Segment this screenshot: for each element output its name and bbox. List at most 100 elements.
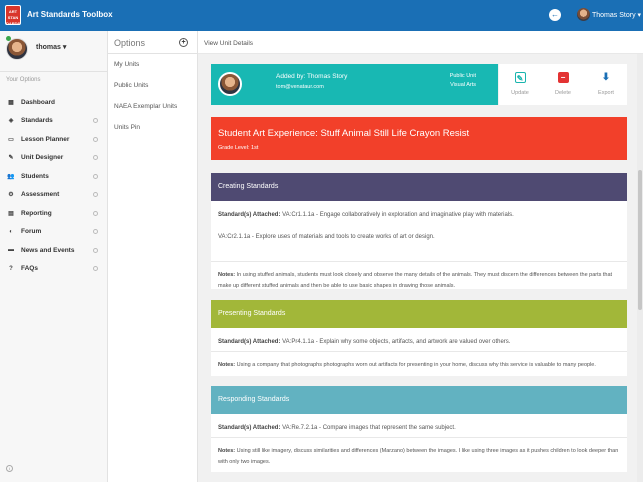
options-panel: Options + My Units Public Units NAEA Exe…: [108, 31, 198, 482]
standard-line: Standard(s) Attached: VA:Pr4.1.1a - Expl…: [218, 336, 620, 348]
section-notes: Notes: In using stuffed animals, student…: [211, 261, 627, 300]
standard-text: VA:Cr1.1.1a - Engage collaboratively in …: [280, 212, 514, 218]
top-bar: ART STAN DARDS Art Standards Toolbox ← T…: [0, 0, 643, 31]
delete-button[interactable]: − Delete: [542, 64, 584, 105]
author-avatar: [218, 72, 242, 96]
notes-label: Notes:: [218, 362, 236, 368]
attached-label: Standard(s) Attached:: [218, 212, 281, 218]
section-header: Presenting Standards: [211, 300, 627, 328]
added-by: Added by: Thomas Story: [276, 73, 348, 80]
option-public-units[interactable]: Public Units: [108, 75, 197, 96]
section-body: Standard(s) Attached: VA:Cr1.1.1a - Enga…: [211, 201, 627, 261]
export-label: Export: [598, 90, 614, 96]
creating-standards-section: Creating Standards Standard(s) Attached:…: [211, 173, 627, 289]
expand-icon[interactable]: [93, 192, 98, 198]
sidebar-item-reporting[interactable]: ▤ Reporting: [0, 204, 107, 223]
subject-badge: Visual Arts: [450, 82, 476, 88]
sidebar-item-standards[interactable]: ◈ Standards: [0, 112, 107, 131]
standard-text: VA:Re.7.2.1a - Compare images that repre…: [280, 425, 456, 431]
dashboard-icon: ▦: [8, 99, 14, 106]
back-icon[interactable]: ←: [549, 9, 561, 21]
sidebar-item-forum[interactable]: ◐ Forum: [0, 223, 107, 242]
attached-label: Standard(s) Attached:: [218, 425, 281, 431]
sidebar-item-label: Reporting: [21, 209, 52, 217]
sidebar-item-assessment[interactable]: ⚙ Assessment: [0, 186, 107, 205]
section-notes: Notes: Using still like imagery, discuss…: [211, 437, 627, 476]
section-header: Creating Standards: [211, 173, 627, 201]
unit-title: Student Art Experience: Stuff Animal Sti…: [218, 128, 470, 139]
expand-icon[interactable]: [93, 155, 98, 161]
expand-icon[interactable]: [93, 136, 98, 142]
options-header: Options +: [108, 31, 197, 54]
standard-line: Standard(s) Attached: VA:Cr1.1.1a - Enga…: [218, 209, 620, 221]
lesson-planner-icon: ▭: [8, 136, 14, 143]
sidebar-item-label: Assessment: [21, 191, 60, 199]
section-notes: Notes: Using a company that photographs …: [211, 351, 627, 379]
sidebar-item-label: Forum: [21, 228, 42, 236]
expand-icon[interactable]: [93, 229, 98, 235]
expand-icon[interactable]: [93, 210, 98, 216]
info-icon[interactable]: i: [6, 465, 13, 472]
divider: [0, 71, 107, 72]
sidebar-item-news-and-events[interactable]: ▬ News and Events: [0, 241, 107, 260]
assessment-icon: ⚙: [8, 192, 14, 199]
sidebar-item-label: Lesson Planner: [21, 135, 70, 143]
pencil-icon: ✎: [514, 72, 526, 83]
sidebar-item-label: FAQs: [21, 265, 38, 273]
option-my-units[interactable]: My Units: [108, 54, 197, 75]
sidebar: thomas ▾ Your Options ▦ Dashboard ◈ Stan…: [0, 31, 108, 482]
sidebar-item-unit-designer[interactable]: ✎ Unit Designer: [0, 149, 107, 168]
scrollbar-thumb[interactable]: [638, 170, 642, 310]
attached-label: Standard(s) Attached:: [218, 339, 281, 345]
option-naea-exemplar-units[interactable]: NAEA Exemplar Units: [108, 96, 197, 117]
edit-icon: ✎: [8, 155, 14, 162]
sidebar-user-menu[interactable]: thomas ▾: [36, 43, 66, 51]
standard-text: VA:Cr2.1.1a - Explore uses of materials …: [218, 234, 435, 240]
update-label: Update: [511, 90, 529, 96]
export-button[interactable]: ⬇ Export: [585, 64, 627, 105]
sidebar-item-students[interactable]: 👥 Students: [0, 167, 107, 186]
sidebar-item-lesson-planner[interactable]: ▭ Lesson Planner: [0, 130, 107, 149]
update-button[interactable]: ✎ Update: [499, 64, 541, 105]
notes-label: Notes:: [218, 272, 236, 278]
notes-text: Using a company that photographs photogr…: [235, 362, 596, 368]
sidebar-item-label: Unit Designer: [21, 154, 64, 162]
grade-level: Grade Level: 1st: [218, 145, 259, 151]
sidebar-heading: Your Options: [6, 77, 41, 83]
expand-icon[interactable]: [93, 173, 98, 179]
unit-title-card: Student Art Experience: Stuff Animal Sti…: [211, 117, 627, 160]
add-icon[interactable]: +: [179, 38, 188, 47]
sidebar-item-label: Students: [21, 172, 49, 180]
presenting-standards-section: Presenting Standards Standard(s) Attache…: [211, 300, 627, 376]
notes-text: Using still like imagery, discuss simila…: [218, 448, 619, 465]
page-title: View Unit Details: [204, 40, 254, 47]
app-logo[interactable]: ART STAN DARDS: [5, 5, 21, 26]
expand-icon[interactable]: [93, 118, 98, 124]
notes-text: In using stuffed animals, students must …: [218, 272, 613, 289]
standard-line: Standard(s) Attached: VA:Re.7.2.1a - Com…: [218, 422, 620, 434]
responding-standards-section: Responding Standards Standard(s) Attache…: [211, 386, 627, 472]
sidebar-item-dashboard[interactable]: ▦ Dashboard: [0, 93, 107, 112]
expand-icon[interactable]: [93, 247, 98, 253]
delete-icon: −: [557, 72, 569, 83]
option-units-pin[interactable]: Units Pin: [108, 117, 197, 138]
standard-text: VA:Pr4.1.1a - Explain why some objects, …: [280, 339, 511, 345]
sidebar-item-label: Standards: [21, 117, 53, 125]
notes-label: Notes:: [218, 448, 236, 454]
user-menu[interactable]: Thomas Story ▾: [592, 11, 641, 19]
section-header: Responding Standards: [211, 386, 627, 414]
user-avatar[interactable]: [577, 8, 590, 21]
sidebar-item-faqs[interactable]: ? FAQs: [0, 260, 107, 279]
expand-icon[interactable]: [93, 266, 98, 272]
sidebar-nav: ▦ Dashboard ◈ Standards ▭ Lesson Planner…: [0, 93, 107, 278]
online-status-dot: [6, 36, 11, 41]
author-card: Added by: Thomas Story tom@venataur.com …: [211, 64, 498, 105]
standards-icon: ◈: [8, 118, 14, 125]
section-body: Standard(s) Attached: VA:Pr4.1.1a - Expl…: [211, 328, 627, 351]
sidebar-item-label: Dashboard: [21, 98, 55, 106]
visibility-badge: Public Unit: [449, 73, 476, 79]
options-title: Options: [114, 38, 146, 48]
main-header: View Unit Details: [198, 31, 643, 54]
delete-label: Delete: [555, 90, 571, 96]
students-icon: 👥: [7, 173, 15, 180]
